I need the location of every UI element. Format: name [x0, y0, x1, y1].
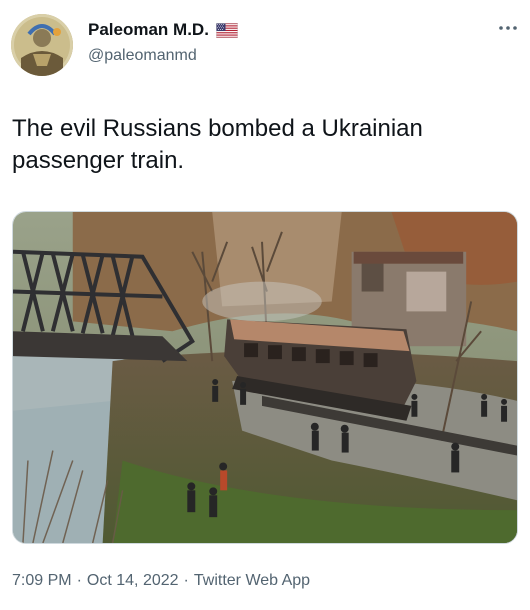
tweet-time[interactable]: 7:09 PM — [12, 572, 72, 590]
tweet-image[interactable] — [12, 211, 518, 544]
display-name[interactable]: Paleoman M.D. — [88, 20, 209, 40]
tweet-date[interactable]: Oct 14, 2022 — [87, 572, 179, 590]
us-flag-icon — [215, 22, 238, 38]
more-options-icon[interactable] — [496, 18, 520, 38]
tweet-card: Paleoman M.D. @paleomanmd The evil Russi… — [0, 0, 530, 610]
meta-separator: · — [76, 572, 82, 589]
avatar[interactable] — [11, 14, 73, 76]
tweet-source[interactable]: Twitter Web App — [194, 572, 310, 590]
meta-separator: · — [183, 572, 189, 589]
name-row: Paleoman M.D. — [88, 20, 238, 40]
user-handle[interactable]: @paleomanmd — [88, 47, 197, 65]
tweet-meta: 7:09 PM · Oct 14, 2022 · Twitter Web App — [12, 572, 310, 590]
avatar-image — [11, 14, 73, 76]
tweet-text: The evil Russians bombed a Ukrainian pas… — [12, 115, 423, 174]
